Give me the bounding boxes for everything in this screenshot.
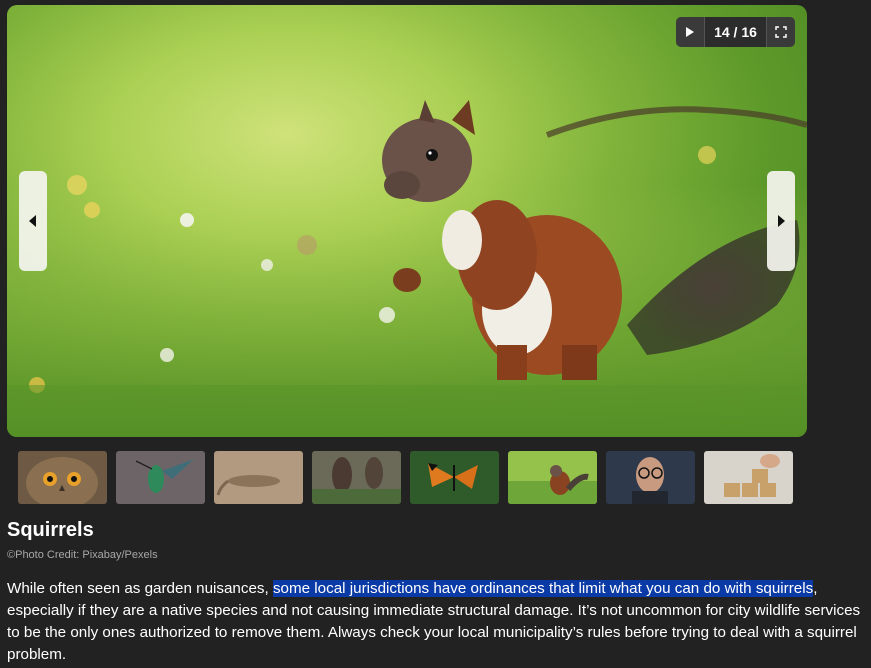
- slideshow-controls: 14 / 16: [676, 17, 795, 47]
- fullscreen-button[interactable]: [767, 17, 795, 47]
- highlighted-text[interactable]: some local jurisdictions have ordinances…: [272, 580, 814, 597]
- squirrel-photo: [7, 100, 807, 437]
- thumbnail-hummingbird[interactable]: [116, 451, 205, 504]
- thumbnail-butterfly[interactable]: [410, 451, 499, 504]
- caption-text-start: While often seen as garden nuisances,: [7, 580, 273, 597]
- play-icon: [686, 27, 694, 37]
- thumbnail-blocks[interactable]: [704, 451, 793, 504]
- slide-counter: 14 / 16: [704, 17, 767, 47]
- next-slide-button[interactable]: [767, 171, 795, 271]
- thumbnail-lizard[interactable]: [214, 451, 303, 504]
- arrow-left-icon: [29, 215, 36, 227]
- thumbnail-strip: [18, 451, 793, 504]
- play-button[interactable]: [676, 17, 704, 47]
- photo-credit: ©Photo Credit: Pixabay/Pexels: [7, 549, 158, 561]
- fullscreen-icon: [775, 26, 787, 38]
- thumbnail-bats[interactable]: [312, 451, 401, 504]
- arrow-right-icon: [778, 215, 785, 227]
- main-photo: 14 / 16: [7, 5, 807, 437]
- thumbnail-man-with-glasses[interactable]: [606, 451, 695, 504]
- caption-text: While often seen as garden nuisances, so…: [7, 578, 867, 666]
- thumbnail-squirrel[interactable]: [508, 451, 597, 504]
- previous-slide-button[interactable]: [19, 171, 47, 271]
- thumbnail-owl[interactable]: [18, 451, 107, 504]
- caption-title: Squirrels: [7, 519, 94, 541]
